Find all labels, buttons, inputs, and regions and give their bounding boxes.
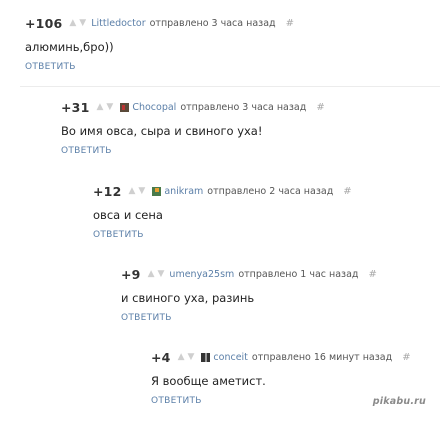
vote-controls: ▲ ▼ (69, 18, 86, 28)
user-flag-icon (120, 102, 130, 112)
vote-controls: ▲ ▼ (96, 102, 113, 112)
comment-meta: +9 ▲ ▼ umenya25sm отправлено 1 час назад… (121, 266, 377, 282)
reply-link[interactable]: ответить (151, 396, 411, 406)
reply-link[interactable]: ответить (93, 230, 352, 240)
user-flag-icon (201, 352, 211, 362)
comment-permalink[interactable]: # (402, 352, 410, 363)
comment-text: Я вообще аметист. (151, 374, 266, 388)
comment-score: +106 (25, 15, 63, 31)
comment-text: овса и сена (93, 208, 163, 222)
upvote-arrow-icon[interactable]: ▲ (128, 186, 135, 196)
comment-score: +9 (121, 266, 141, 282)
comment-permalink[interactable]: # (286, 18, 294, 29)
downvote-arrow-icon[interactable]: ▼ (138, 186, 145, 196)
downvote-arrow-icon[interactable]: ▼ (158, 269, 165, 279)
comment-author-link[interactable]: conceit (213, 352, 248, 363)
comment-text: Во имя овса, сыра и свиного уха! (61, 124, 263, 138)
downvote-arrow-icon[interactable]: ▼ (79, 18, 86, 28)
reply-link[interactable]: ответить (61, 146, 325, 156)
comment: +9 ▲ ▼ umenya25sm отправлено 1 час назад… (121, 266, 377, 324)
vote-controls: ▲ ▼ (148, 269, 165, 279)
comment-timestamp: отправлено 3 часа назад (180, 101, 307, 113)
site-watermark: pikabu.ru (372, 396, 426, 407)
downvote-arrow-icon[interactable]: ▼ (106, 102, 113, 112)
comment-permalink[interactable]: # (343, 186, 351, 197)
comment: +31 ▲ ▼ Chocopal отправлено 3 часа назад… (61, 99, 325, 157)
thread-divider (20, 86, 440, 87)
comment-score: +4 (151, 349, 171, 365)
user-flag-icon (152, 186, 162, 196)
comment-meta: +31 ▲ ▼ Chocopal отправлено 3 часа назад… (61, 99, 325, 115)
comment-author-link[interactable]: umenya25sm (169, 269, 234, 280)
vote-controls: ▲ ▼ (128, 186, 145, 196)
downvote-arrow-icon[interactable]: ▼ (188, 352, 195, 362)
comment: +4 ▲ ▼ conceit отправлено 16 минут назад… (151, 349, 411, 407)
comment-meta: +12 ▲ ▼ anikram отправлено 2 часа назад … (93, 183, 352, 199)
comment-meta: +4 ▲ ▼ conceit отправлено 16 минут назад… (151, 349, 411, 365)
upvote-arrow-icon[interactable]: ▲ (69, 18, 76, 28)
reply-link[interactable]: ответить (25, 62, 294, 72)
comment: +106 ▲ ▼ Littledoctor отправлено 3 часа … (25, 15, 294, 73)
comment-meta: +106 ▲ ▼ Littledoctor отправлено 3 часа … (25, 15, 294, 31)
comment-permalink[interactable]: # (369, 269, 377, 280)
comment-permalink[interactable]: # (316, 102, 324, 113)
comment-author-link[interactable]: Chocopal (132, 102, 176, 113)
comment-timestamp: отправлено 3 часа назад (149, 17, 276, 29)
comment-score: +12 (93, 183, 122, 199)
upvote-arrow-icon[interactable]: ▲ (148, 269, 155, 279)
upvote-arrow-icon[interactable]: ▲ (96, 102, 103, 112)
vote-controls: ▲ ▼ (178, 352, 195, 362)
comment-author-link[interactable]: anikram (164, 186, 203, 197)
reply-link[interactable]: ответить (121, 313, 377, 323)
comment-score: +31 (61, 99, 90, 115)
comment-timestamp: отправлено 1 час назад (238, 268, 359, 280)
upvote-arrow-icon[interactable]: ▲ (178, 352, 185, 362)
comment-author-link[interactable]: Littledoctor (91, 18, 145, 29)
comment-timestamp: отправлено 2 часа назад (207, 185, 334, 197)
comment-text: и свиного уха, разинь (121, 291, 255, 305)
comment: +12 ▲ ▼ anikram отправлено 2 часа назад … (93, 183, 352, 241)
comment-timestamp: отправлено 16 минут назад (251, 351, 393, 363)
comment-text: алюминь,бро)) (25, 40, 114, 54)
